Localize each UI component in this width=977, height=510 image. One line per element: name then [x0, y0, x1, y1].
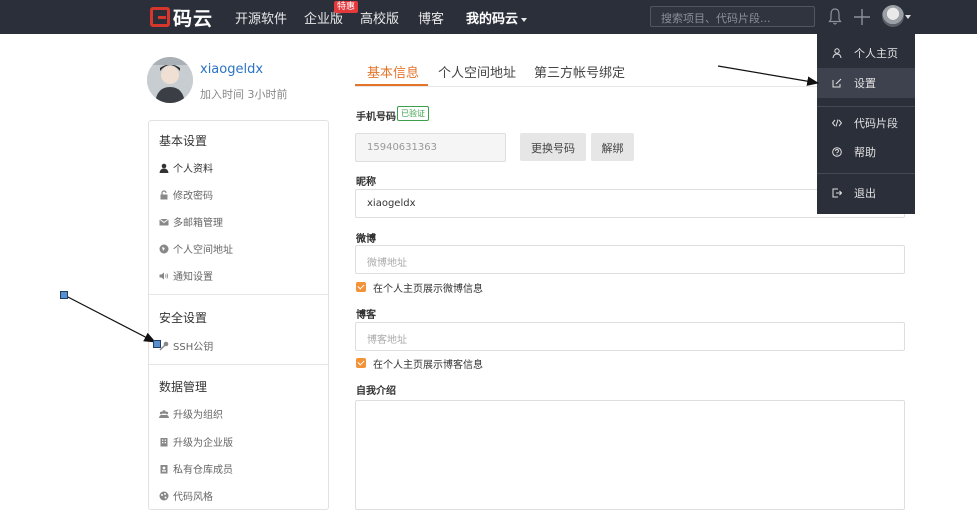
- logout-icon: [832, 188, 842, 198]
- settings-sidebar: 基本设置 个人资料 修改密码 多邮箱管理 个人空间地址 通知设置 安全设置 SS…: [148, 120, 329, 510]
- blog-field[interactable]: 博客地址: [355, 322, 905, 351]
- weibo-show-checkbox[interactable]: [356, 282, 366, 292]
- help-icon: [832, 147, 842, 157]
- sidebar-item-label: 修改密码: [173, 191, 213, 202]
- section-data-management: 数据管理: [159, 380, 208, 394]
- nav-my-gitee-label: 我的码云: [466, 12, 519, 27]
- sidebar-item-label: 私有仓库成员: [173, 465, 233, 476]
- tab-third-party-binding[interactable]: 第三方帐号绑定: [534, 62, 625, 81]
- weibo-show-label: 在个人主页展示微博信息: [373, 284, 483, 295]
- sidebar-item-code-style[interactable]: 代码风格: [159, 488, 213, 503]
- bell-icon[interactable]: [828, 8, 842, 26]
- sidebar-item-label: 多邮箱管理: [173, 218, 223, 229]
- building-icon: [160, 437, 168, 446]
- group-icon: [159, 409, 169, 418]
- member-icon: [160, 464, 168, 473]
- sidebar-item-label: 升级为企业版: [173, 438, 233, 449]
- sidebar-divider: [149, 364, 328, 365]
- annotation-handle-start[interactable]: [60, 291, 68, 299]
- code-icon: [832, 119, 842, 127]
- weibo-field[interactable]: 微博地址: [355, 245, 905, 274]
- avatar-photo-icon: [147, 57, 193, 103]
- menu-item-settings[interactable]: 设置: [817, 68, 915, 98]
- menu-divider: [817, 173, 915, 174]
- sidebar-item-label: SSH公钥: [173, 342, 214, 353]
- user-dropdown-menu: 个人主页 设置 代码片段 帮助 退出: [817, 34, 915, 214]
- nickname-label: 昵称: [356, 177, 376, 188]
- sidebar-item-notifications[interactable]: 通知设置: [159, 268, 213, 283]
- nav-open-source[interactable]: 开源软件: [235, 8, 287, 27]
- profile-username[interactable]: xiaogeldx: [200, 62, 263, 77]
- sidebar-item-label: 通知设置: [173, 272, 213, 283]
- menu-item-label: 个人主页: [854, 47, 898, 60]
- sidebar-divider: [149, 294, 328, 295]
- speaker-icon: [159, 272, 169, 279]
- search-input[interactable]: 搜索项目、代码片段...: [650, 6, 815, 27]
- menu-item-label: 设置: [854, 77, 876, 90]
- profile-avatar[interactable]: [147, 57, 193, 103]
- nav-university[interactable]: 高校版: [360, 8, 399, 27]
- logo-text: 码云: [173, 7, 214, 30]
- sidebar-item-label: 代码风格: [173, 492, 213, 503]
- blog-show-checkbox[interactable]: [356, 358, 366, 368]
- palette-icon: [159, 491, 169, 500]
- annotation-handle-end[interactable]: [153, 340, 161, 348]
- sidebar-item-password[interactable]: 修改密码: [159, 187, 213, 202]
- annotation-arrow-settings: [717, 65, 820, 86]
- menu-item-label: 帮助: [854, 146, 876, 159]
- phone-label: 手机号码: [356, 112, 396, 123]
- sidebar-item-label: 升级为组织: [173, 410, 223, 421]
- weibo-label: 微博: [356, 234, 376, 245]
- sidebar-item-ssh-keys[interactable]: SSH公钥: [159, 338, 213, 353]
- tab-space-address[interactable]: 个人空间地址: [438, 62, 516, 81]
- bio-textarea[interactable]: [355, 400, 905, 510]
- sidebar-item-upgrade-org[interactable]: 升级为组织: [159, 406, 223, 421]
- annotation-arrow-ssh: [63, 294, 157, 343]
- verified-badge: 已验证: [397, 106, 429, 121]
- logo[interactable]: 码云: [150, 5, 214, 30]
- blog-show-label: 在个人主页展示博客信息: [373, 360, 483, 371]
- profile-join-time: 加入时间 3小时前: [200, 88, 288, 101]
- menu-item-label: 退出: [854, 187, 876, 200]
- sidebar-item-space-address[interactable]: 个人空间地址: [159, 241, 233, 256]
- unbind-phone-button[interactable]: 解绑: [591, 133, 634, 161]
- menu-item-label: 代码片段: [854, 117, 898, 130]
- edit-icon: [832, 78, 842, 88]
- sidebar-item-private-members[interactable]: 私有仓库成员: [159, 461, 233, 476]
- globe-icon: [159, 244, 169, 253]
- lock-icon: [160, 189, 168, 199]
- sidebar-item-label: 个人资料: [173, 164, 213, 175]
- person-icon: [832, 48, 842, 58]
- phone-field[interactable]: 15940631363: [355, 133, 506, 162]
- section-security-settings: 安全设置: [159, 311, 208, 325]
- top-navbar: 码云 开源软件 企业版 特惠 高校版 博客 我的码云 搜索项目、代码片段...: [0, 0, 977, 34]
- change-phone-button[interactable]: 更换号码: [520, 133, 586, 161]
- user-icon: [159, 163, 169, 173]
- plus-icon[interactable]: [853, 8, 871, 26]
- sidebar-item-upgrade-enterprise[interactable]: 升级为企业版: [159, 434, 233, 449]
- avatar-chevron-icon: [905, 15, 911, 19]
- user-avatar-menu[interactable]: [882, 5, 904, 27]
- menu-item-homepage[interactable]: 个人主页: [817, 38, 915, 68]
- sidebar-item-emails[interactable]: 多邮箱管理: [159, 214, 223, 229]
- nav-my-gitee[interactable]: 我的码云: [466, 8, 528, 27]
- bio-label: 自我介绍: [356, 386, 396, 397]
- nav-blog[interactable]: 博客: [418, 8, 444, 27]
- blog-label: 博客: [356, 310, 376, 321]
- tab-basic-info[interactable]: 基本信息: [367, 62, 419, 81]
- section-basic-settings: 基本设置: [159, 134, 208, 148]
- promo-badge: 特惠: [334, 1, 359, 13]
- mail-icon: [159, 218, 169, 225]
- menu-item-help[interactable]: 帮助: [817, 137, 915, 167]
- menu-divider: [817, 106, 915, 107]
- chevron-down-icon: [521, 17, 528, 22]
- sidebar-item-profile[interactable]: 个人资料: [159, 160, 213, 175]
- logo-icon: [150, 7, 170, 27]
- menu-item-snippets[interactable]: 代码片段: [817, 108, 915, 138]
- menu-item-logout[interactable]: 退出: [817, 178, 915, 208]
- sidebar-item-label: 个人空间地址: [173, 245, 233, 256]
